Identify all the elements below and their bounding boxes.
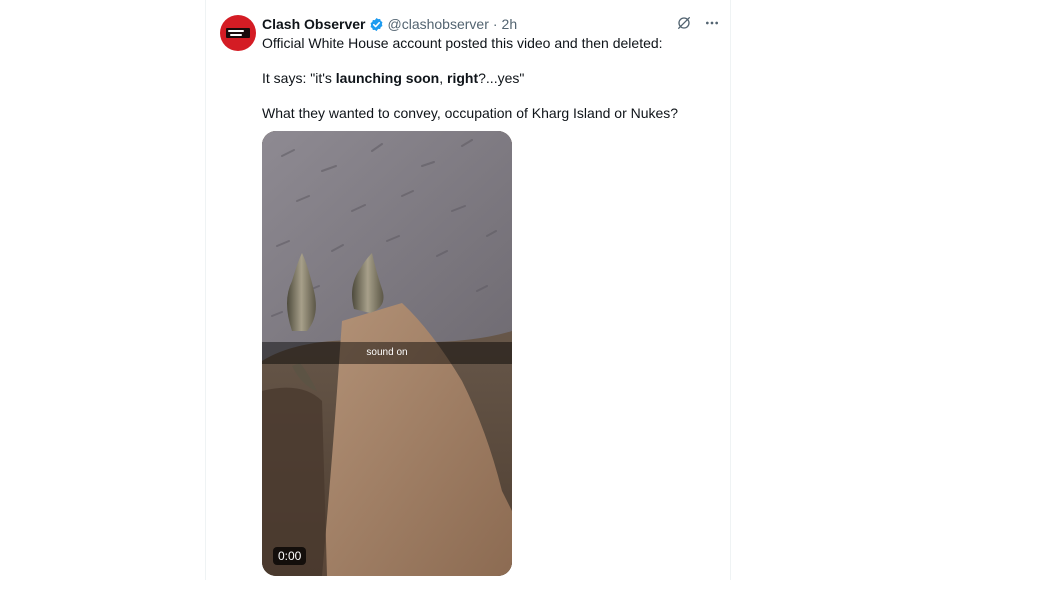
tweet-text-line1: Official White House account posted this… — [262, 35, 663, 51]
verified-badge-icon — [369, 17, 384, 32]
video-player[interactable]: sound on 0:00 — [262, 131, 512, 576]
sound-on-banner[interactable]: sound on — [262, 342, 512, 364]
handle[interactable]: @clashobserver — [388, 16, 489, 32]
text-segment: ?...yes" — [478, 70, 525, 86]
text-bold-segment: right — [447, 70, 479, 86]
text-segment: It says: "it's — [262, 70, 336, 86]
separator-dot: · — [492, 16, 498, 32]
display-name[interactable]: Clash Observer — [262, 16, 366, 32]
grok-icon[interactable] — [675, 14, 693, 32]
avatar-logo-line — [230, 34, 242, 36]
tweet-header: Clash Observer @clashobserver · 2h — [262, 14, 517, 34]
video-timestamp: 0:00 — [273, 547, 307, 565]
tweet-text-line2: It says: "it's launching soon, right?...… — [262, 69, 524, 87]
header-actions — [675, 14, 721, 32]
text-bold-segment: launching soon — [335, 70, 440, 86]
text-segment: , — [439, 70, 448, 86]
tweet-text-line3: What they wanted to convey, occupation o… — [262, 105, 679, 121]
timestamp[interactable]: 2h — [502, 16, 518, 32]
more-icon[interactable] — [703, 14, 721, 32]
avatar[interactable] — [220, 15, 256, 51]
avatar-logo-line — [228, 30, 244, 32]
